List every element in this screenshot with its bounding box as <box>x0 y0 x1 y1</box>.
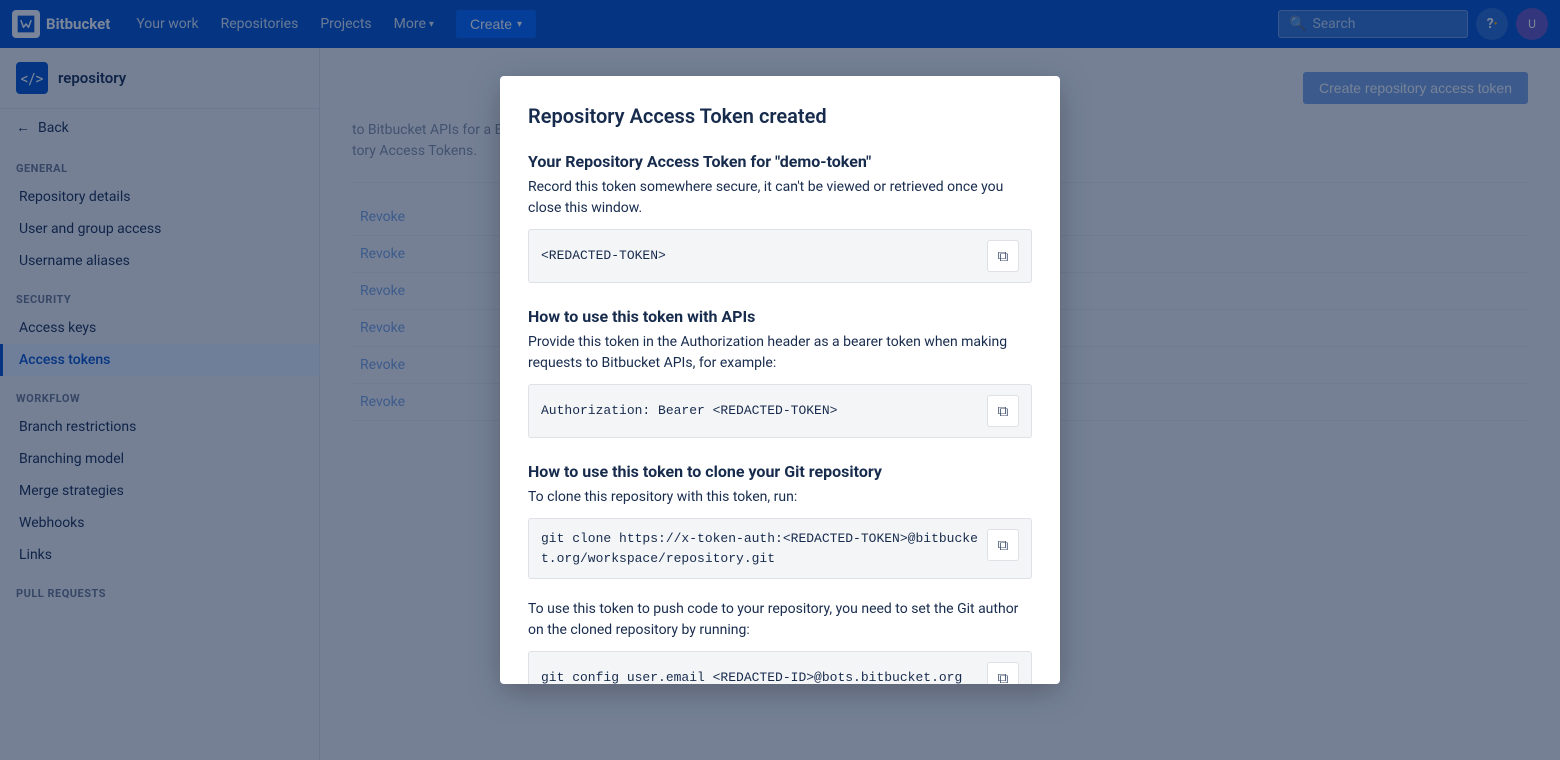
clone-code-block: git clone https://x-token-auth:<REDACTED… <box>528 518 1032 579</box>
config-code-value: git config user.email <REDACTED-ID>@bots… <box>541 668 979 684</box>
copy-config-button[interactable]: ⧉ <box>987 662 1019 684</box>
token-section-desc: Record this token somewhere secure, it c… <box>528 177 1032 219</box>
api-code-value: Authorization: Bearer <REDACTED-TOKEN> <box>541 401 979 421</box>
copy-icon: ⧉ <box>998 248 1009 265</box>
api-section-heading: How to use this token with APIs <box>528 307 1032 326</box>
modal-dialog: Repository Access Token created Your Rep… <box>500 76 1060 684</box>
copy-token-button[interactable]: ⧉ <box>987 240 1019 272</box>
modal-overlay: Repository Access Token created Your Rep… <box>0 0 1560 760</box>
copy-icon: ⧉ <box>998 537 1009 554</box>
clone-section-heading: How to use this token to clone your Git … <box>528 462 1032 481</box>
copy-icon: ⧉ <box>998 670 1009 685</box>
clone-section-desc2: To use this token to push code to your r… <box>528 599 1032 641</box>
clone-section-desc1: To clone this repository with this token… <box>528 487 1032 508</box>
clone-section: How to use this token to clone your Git … <box>528 462 1032 684</box>
modal-title: Repository Access Token created <box>528 104 1032 128</box>
token-code-block: <REDACTED-TOKEN> ⧉ <box>528 229 1032 283</box>
api-code-block: Authorization: Bearer <REDACTED-TOKEN> ⧉ <box>528 384 1032 438</box>
copy-clone-button[interactable]: ⧉ <box>987 529 1019 561</box>
copy-icon: ⧉ <box>998 403 1009 420</box>
token-value: <REDACTED-TOKEN> <box>541 246 979 266</box>
config-code-block: git config user.email <REDACTED-ID>@bots… <box>528 651 1032 684</box>
api-section-desc: Provide this token in the Authorization … <box>528 332 1032 374</box>
copy-api-button[interactable]: ⧉ <box>987 395 1019 427</box>
clone-code-value: git clone https://x-token-auth:<REDACTED… <box>541 529 979 568</box>
api-section: How to use this token with APIs Provide … <box>528 307 1032 438</box>
token-section-heading: Your Repository Access Token for "demo-t… <box>528 152 1032 171</box>
token-section: Your Repository Access Token for "demo-t… <box>528 152 1032 283</box>
